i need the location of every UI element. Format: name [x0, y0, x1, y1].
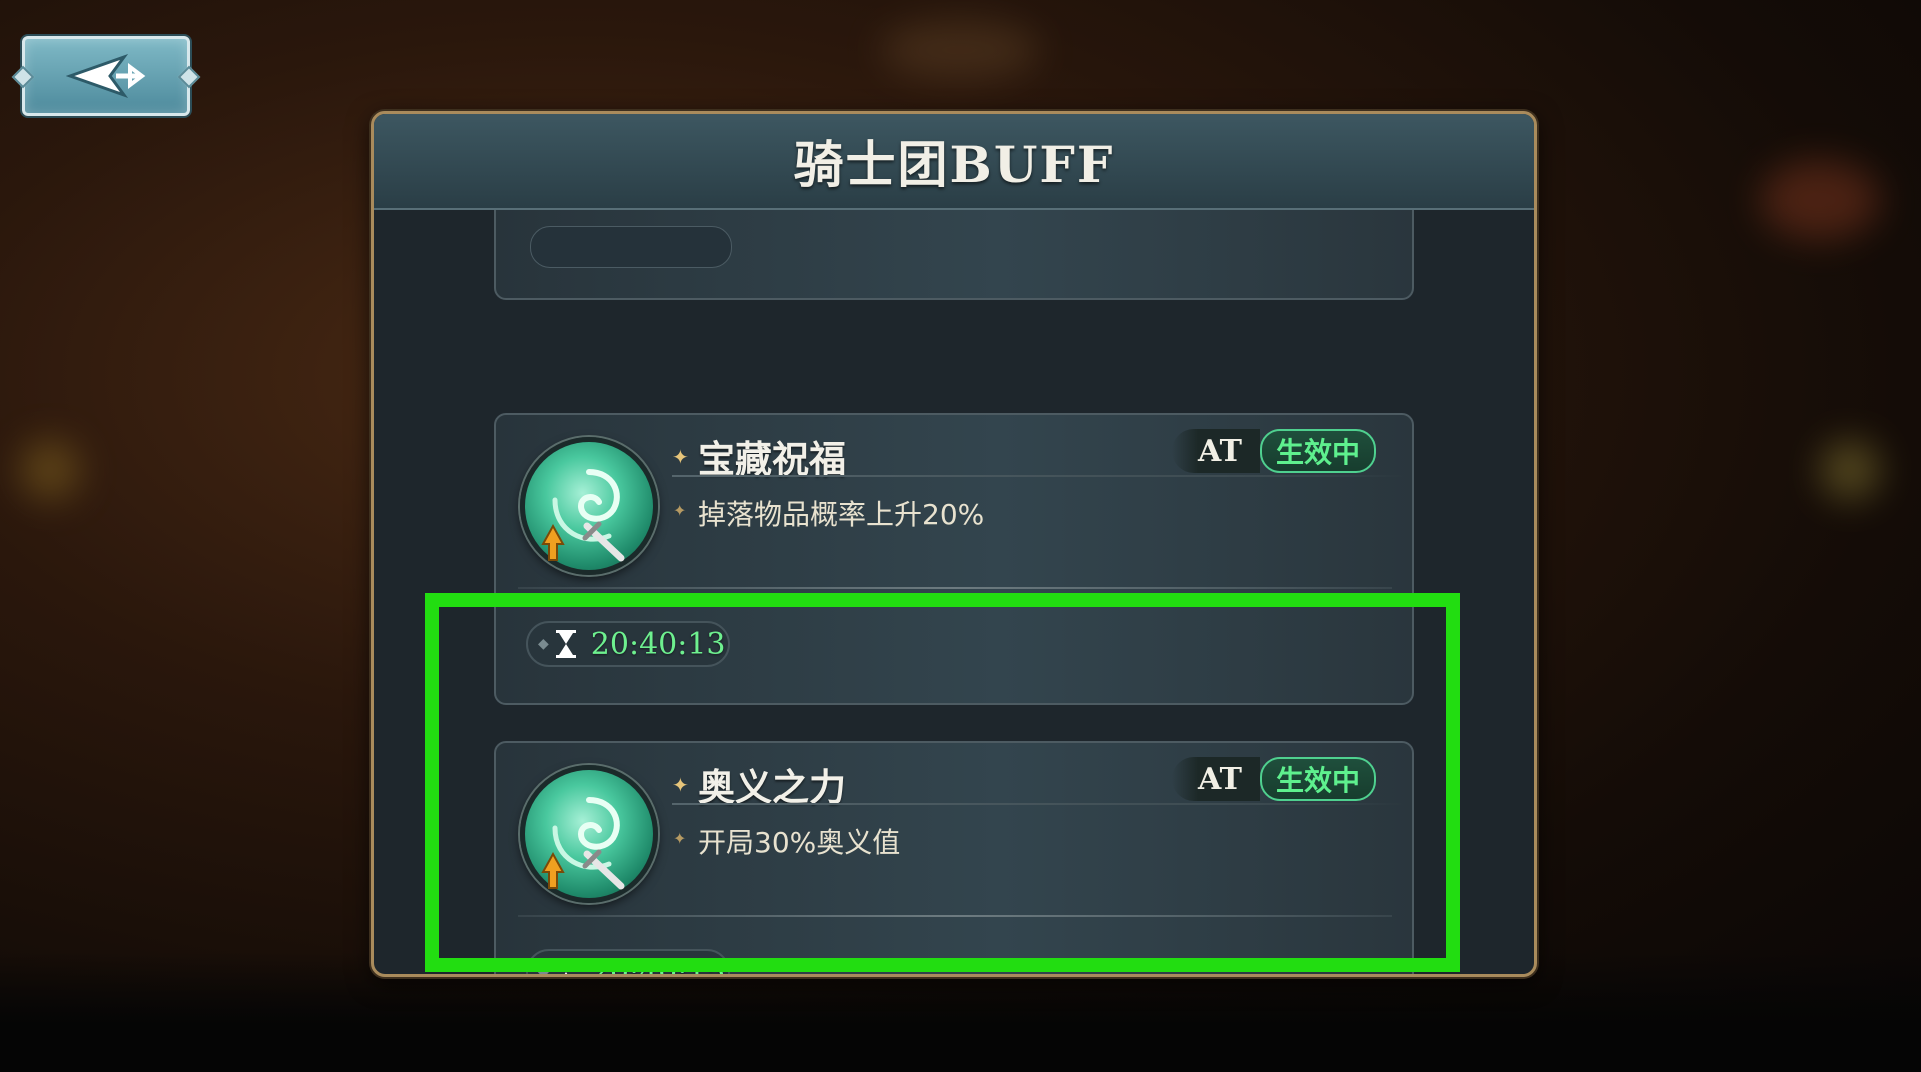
at-label: AT	[1172, 429, 1260, 473]
diamond-icon: ◆	[538, 636, 549, 652]
buff-description: 开局30%奥义值	[698, 826, 901, 859]
diamond-icon: ◆	[538, 964, 549, 974]
buff-card: ✦ 奥义之力 ✦ 开局30%奥义值 AT 生效中 ◆ 20:40:15	[494, 741, 1414, 974]
star-icon: ✦	[673, 829, 687, 848]
card-divider	[518, 915, 1392, 917]
title-divider	[672, 803, 1404, 805]
card-divider	[518, 587, 1392, 589]
status-badge: 生效中	[1259, 757, 1376, 801]
up-arrow-icon	[541, 851, 565, 889]
buff-icon	[520, 765, 658, 903]
timer-pill: ◆ 20:40:15	[526, 949, 730, 974]
star-icon: ✦	[672, 773, 689, 797]
buff-list[interactable]: ✦ 宝藏祝福 ✦ 掉落物品概率上升20% AT 生效中 ◆ 20:40:13 ✦…	[374, 210, 1534, 974]
page-title: 骑士团BUFF	[793, 135, 1115, 194]
buff-card-partial	[494, 210, 1414, 300]
at-status-badge: AT 生效中	[1172, 429, 1376, 473]
background-glow	[880, 20, 1040, 80]
timer-pill-partial	[530, 226, 732, 268]
knight-buff-panel: 骑士团BUFF ✦ 宝藏祝福 ✦ 掉落物品概率上升20% AT 生效中 ◆ 20…	[371, 111, 1537, 977]
back-button[interactable]	[22, 36, 190, 116]
buff-icon	[520, 437, 658, 575]
at-status-badge: AT 生效中	[1172, 757, 1376, 801]
buff-description: 掉落物品概率上升20%	[698, 498, 985, 531]
background-glow	[1820, 440, 1880, 500]
up-arrow-icon	[541, 523, 565, 561]
back-arrow-icon	[66, 53, 146, 99]
hourglass-icon	[555, 630, 576, 658]
status-badge: 生效中	[1259, 429, 1376, 473]
title-divider	[672, 475, 1404, 477]
star-icon: ✦	[673, 501, 687, 520]
hourglass-icon	[555, 958, 576, 974]
timer-pill: ◆ 20:40:13	[526, 621, 730, 667]
panel-header: 骑士团BUFF	[374, 114, 1534, 210]
star-icon: ✦	[672, 445, 689, 469]
timer-value: 20:40:13	[590, 626, 726, 662]
buff-card: ✦ 宝藏祝福 ✦ 掉落物品概率上升20% AT 生效中 ◆ 20:40:13	[494, 413, 1414, 705]
at-label: AT	[1172, 757, 1260, 801]
background-glow	[1760, 160, 1880, 240]
background-glow	[20, 440, 80, 500]
timer-value: 20:40:15	[590, 954, 726, 975]
